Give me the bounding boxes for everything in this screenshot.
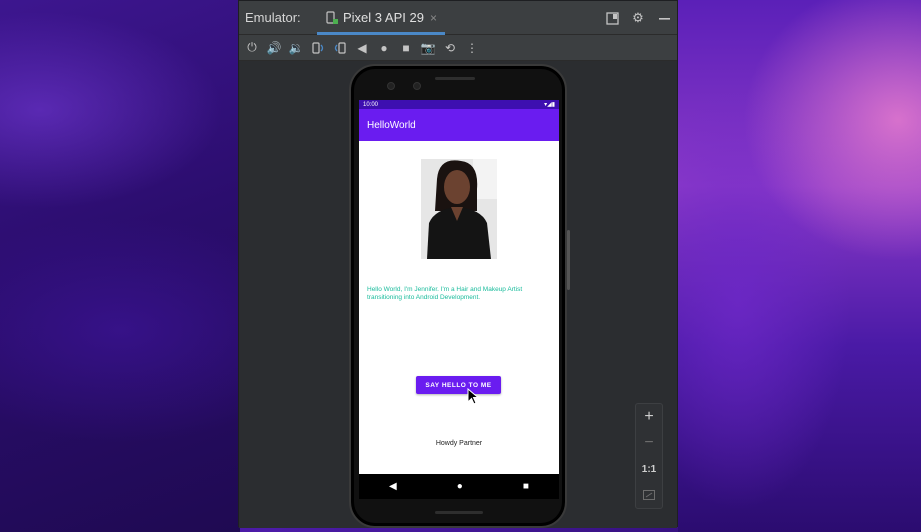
side-button[interactable]: [567, 230, 570, 290]
layout-icon[interactable]: [605, 11, 619, 25]
minimize-icon[interactable]: [657, 11, 671, 25]
camera-icon[interactable]: 📷: [421, 41, 436, 55]
device-canvas: 10:00 ▾◢▮ HelloWorld Hello World, I'm Je…: [239, 62, 677, 528]
snapshot-icon[interactable]: ⟲: [443, 41, 457, 55]
app-bar: HelloWorld: [359, 109, 559, 141]
nav-home-icon[interactable]: ●: [457, 481, 463, 492]
volume-up-icon[interactable]: 🔊: [267, 41, 282, 55]
tab-label: Pixel 3 API 29: [343, 10, 424, 25]
gear-icon[interactable]: ⚙: [631, 10, 645, 25]
status-bar: 10:00 ▾◢▮: [359, 100, 559, 109]
howdy-text: Howdy Partner: [435, 440, 483, 447]
android-nav-bar: ◀ ● ■: [359, 474, 559, 499]
top-speaker: [435, 77, 475, 80]
desktop-wallpaper-right: [678, 0, 921, 532]
home-icon[interactable]: ●: [377, 41, 391, 55]
mouse-cursor-icon: [467, 388, 480, 405]
profile-photo: [421, 159, 497, 259]
say-hello-button[interactable]: SAY HELLO TO ME: [416, 376, 501, 394]
zoom-in-button[interactable]: +: [635, 404, 663, 430]
emulator-toolbar: ⏻ 🔊 🔉 ◀ ● ■ 📷 ⟲ ⋮: [239, 35, 677, 61]
zoom-controls: + − 1:1: [635, 403, 663, 509]
rotate-right-icon[interactable]: [333, 41, 347, 55]
more-icon[interactable]: ⋮: [465, 41, 479, 55]
fit-screen-icon: [643, 490, 655, 500]
app-title: HelloWorld: [367, 119, 416, 131]
zoom-one-to-one-button[interactable]: 1:1: [635, 456, 663, 482]
bio-text: Hello World, I'm Jennifer. I'm a Hair an…: [367, 286, 523, 301]
status-icons: ▾◢▮: [544, 102, 555, 108]
device-icon: [325, 10, 339, 25]
zoom-fit-button[interactable]: [635, 482, 663, 508]
nav-recents-icon[interactable]: ■: [523, 481, 529, 492]
nav-back-icon[interactable]: ◀: [389, 481, 397, 492]
status-time: 10:00: [363, 101, 379, 108]
tab-pixel-3-api-29[interactable]: Pixel 3 API 29 ×: [317, 1, 445, 35]
desktop-wallpaper-left: [0, 0, 240, 532]
emulator-window: Emulator: Pixel 3 API 29 × ⚙ ⏻ 🔊 🔉 ◀ ● ■…: [238, 0, 678, 528]
front-camera-icon: [387, 82, 395, 90]
device-screen[interactable]: 10:00 ▾◢▮ HelloWorld Hello World, I'm Je…: [359, 100, 559, 474]
tab-close-icon[interactable]: ×: [430, 11, 437, 25]
volume-down-icon[interactable]: 🔉: [289, 41, 304, 55]
zoom-out-button[interactable]: −: [635, 430, 663, 456]
bottom-speaker: [435, 511, 483, 514]
overview-icon[interactable]: ■: [399, 41, 413, 55]
front-camera-icon: [413, 82, 421, 90]
window-title: Emulator:: [245, 10, 301, 25]
back-icon[interactable]: ◀: [355, 41, 369, 55]
power-icon[interactable]: ⏻: [245, 40, 259, 55]
emulator-titlebar: Emulator: Pixel 3 API 29 × ⚙: [239, 1, 677, 35]
phone-frame: 10:00 ▾◢▮ HelloWorld Hello World, I'm Je…: [349, 64, 570, 528]
rotate-left-icon[interactable]: [311, 41, 325, 55]
